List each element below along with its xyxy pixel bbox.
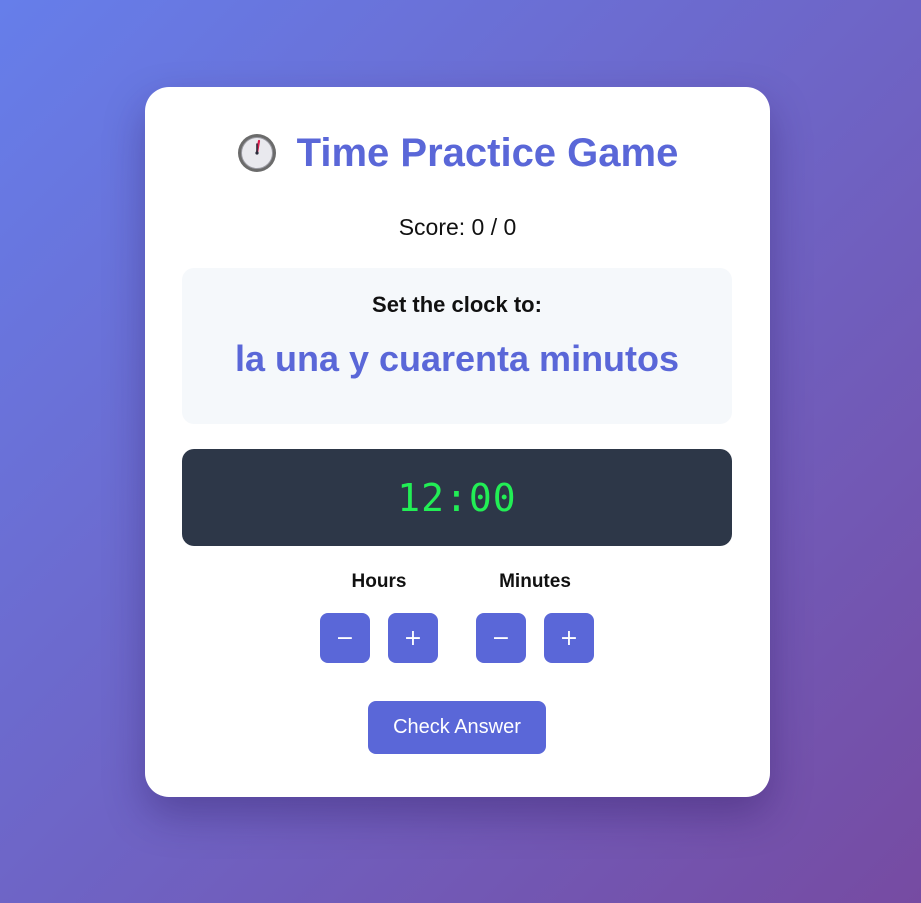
hours-decrement-button[interactable]: −	[320, 613, 370, 663]
score-text: Score: 0 / 0	[398, 214, 517, 240]
prompt-box: Set the clock to: la una y cuarenta minu…	[182, 268, 732, 424]
minutes-buttons: − +	[476, 613, 594, 663]
minutes-decrement-button[interactable]: −	[476, 613, 526, 663]
hours-label: Hours	[351, 571, 407, 592]
hours-increment-button[interactable]: +	[388, 613, 438, 663]
minutes-label: Minutes	[499, 571, 571, 592]
current-time-readout: 12:00	[397, 475, 517, 520]
stopwatch-icon	[237, 133, 277, 173]
prompt-label: Set the clock to:	[372, 292, 542, 317]
title-row: Time Practice Game	[145, 129, 770, 177]
check-answer-button[interactable]: Check Answer	[368, 701, 546, 754]
hours-buttons: − +	[320, 613, 438, 663]
minutes-control: Minutes − +	[476, 570, 594, 663]
page-title: Time Practice Game	[296, 131, 679, 175]
hours-control: Hours − +	[320, 570, 438, 663]
digital-clock-display: 12:00	[182, 449, 732, 546]
target-time-phrase: la una y cuarenta minutos	[234, 338, 680, 379]
minutes-increment-button[interactable]: +	[544, 613, 594, 663]
game-card: Time Practice Game Score: 0 / 0 Set the …	[145, 87, 770, 797]
